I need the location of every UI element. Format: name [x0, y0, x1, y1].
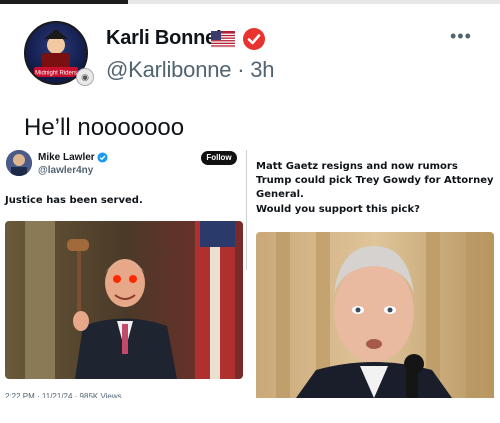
bottom-blank-area	[0, 398, 500, 423]
right-headline-text: Matt Gaetz resigns and now rumors Trump …	[256, 161, 494, 200]
embedded-post-right[interactable]: Matt Gaetz resigns and now rumors Trump …	[252, 146, 494, 398]
gavel-photo	[5, 221, 243, 379]
mike-lawler-avatar	[6, 150, 32, 176]
embedded-images[interactable]: Mike Lawler @lawler4ny Follow Justice ha…	[4, 146, 494, 401]
top-progress-fill	[0, 0, 128, 4]
embedded-tweet-left[interactable]: Mike Lawler @lawler4ny Follow Justice ha…	[4, 146, 246, 401]
blue-check-icon	[97, 152, 108, 163]
embedded-tweet-text: Justice has been served.	[5, 195, 143, 206]
panel-divider	[246, 150, 247, 270]
follow-button: Follow	[201, 151, 237, 165]
author-name[interactable]: Karli Bonne’	[106, 27, 222, 50]
avatar-text: Midnight Riders	[35, 71, 77, 77]
more-dots-icon[interactable]: •••	[450, 26, 472, 47]
embedded-author-name: Mike Lawler	[38, 152, 95, 163]
avatar-badge-icon: ◉	[76, 68, 94, 86]
author-handle-time[interactable]: @Karlibonne · 3h	[106, 57, 275, 83]
top-progress-bar	[0, 0, 500, 4]
embedded-author-handle: @lawler4ny	[38, 165, 94, 176]
us-flag-icon	[211, 31, 235, 48]
portrait-photo	[256, 232, 494, 398]
post-text: He’ll nooooooo	[24, 114, 185, 141]
right-question-text: Would you support this pick?	[256, 204, 420, 215]
verified-badge-icon[interactable]	[242, 27, 266, 51]
